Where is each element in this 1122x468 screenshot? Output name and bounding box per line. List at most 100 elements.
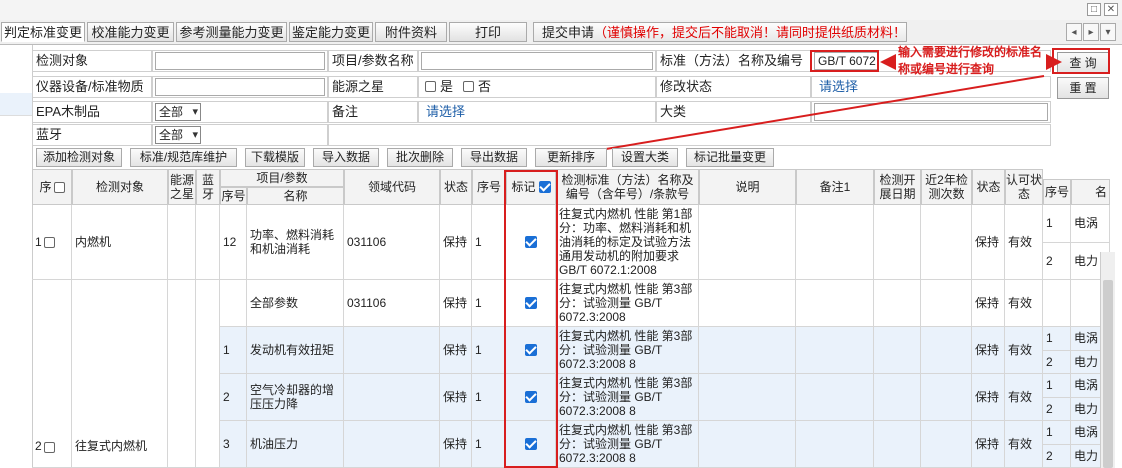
- grid-vertical-scrollbar[interactable]: [1100, 252, 1115, 468]
- row-description: [699, 280, 796, 327]
- row-domain-code: [344, 421, 440, 468]
- header-sub-name: 名: [1071, 179, 1110, 205]
- row-remark1: [796, 421, 874, 468]
- row-item-no: [220, 280, 247, 327]
- row-select-checkbox[interactable]: [43, 442, 55, 453]
- data-grid: 序 检测对象 能源之星 蓝牙 项目/参数 序号 名称 领域代码 状态 序号 标记…: [32, 169, 1110, 468]
- sub-no-cell: 1: [1043, 205, 1071, 243]
- row-seq-cell: 2: [32, 280, 72, 468]
- row-order: 1: [472, 280, 506, 327]
- standard-library-button[interactable]: 标准/规范库维护: [130, 148, 237, 167]
- grid-scroll-thumb[interactable]: [1103, 280, 1113, 468]
- row-remark1: [796, 374, 874, 421]
- row-order: 1: [472, 374, 506, 421]
- row-energy-star: [168, 280, 196, 468]
- header-seq: 序: [32, 169, 72, 205]
- header-sub-no: 序号: [1043, 179, 1071, 205]
- mark-column-highlight: [504, 170, 558, 468]
- sub-no-cell: 1: [1043, 327, 1071, 351]
- row-remark1: [796, 327, 874, 374]
- header-standard: 检测标准（方法）名称及编号（含年号）/条款号: [556, 169, 699, 205]
- row-standard: 往复式内燃机 性能 第3部分：试验测量 GB/T 6072.3:2008: [556, 280, 699, 327]
- row-status2: 保持: [972, 327, 1005, 374]
- row-standard: 往复式内燃机 性能 第1部分：功率、燃料消耗和机油消耗的标定及试验方法 通用发动…: [556, 205, 699, 280]
- row-standard: 往复式内燃机 性能 第3部分：试验测量 GB/T 6072.3:2008 8: [556, 327, 699, 374]
- row-description: [699, 374, 796, 421]
- row-item-name: 全部参数: [247, 280, 344, 327]
- row-standard: 往复式内燃机 性能 第3部分：试验测量 GB/T 6072.3:2008 8: [556, 421, 699, 468]
- row-domain-code: 031106: [344, 205, 440, 280]
- row-item-name: 发动机有效扭矩: [247, 327, 344, 374]
- row-status: 保持: [440, 280, 472, 327]
- row-seq: 1: [35, 235, 42, 249]
- header-domain-code: 领域代码: [344, 169, 440, 205]
- header-seq-label: 序: [39, 180, 52, 194]
- row-status: 保持: [440, 205, 472, 280]
- row-description: [699, 205, 796, 280]
- row-status2: 保持: [972, 280, 1005, 327]
- row-item-name: 功率、燃料消耗和机油消耗: [247, 205, 344, 280]
- row-recent-2y: [921, 421, 972, 468]
- select-all-checkbox[interactable]: [53, 181, 65, 193]
- row-approval: 有效: [1005, 280, 1043, 327]
- header-status: 状态: [440, 169, 472, 205]
- row-approval: 有效: [1005, 327, 1043, 374]
- header-bluetooth: 蓝牙: [196, 169, 220, 205]
- row-item-no: 2: [220, 374, 247, 421]
- header-start-date: 检测开展日期: [874, 169, 921, 205]
- row-item-no: 12: [220, 205, 247, 280]
- header-order: 序号: [472, 169, 506, 205]
- row-status2: 保持: [972, 421, 1005, 468]
- row-item-name: 机油压力: [247, 421, 344, 468]
- export-data-button[interactable]: 导出数据: [461, 148, 527, 167]
- row-domain-code: 031106: [344, 280, 440, 327]
- row-domain-code: [344, 327, 440, 374]
- header-item-param: 项目/参数: [220, 169, 344, 187]
- header-energy-star: 能源之星: [168, 169, 196, 205]
- batch-delete-button[interactable]: 批次删除: [387, 148, 453, 167]
- download-template-button[interactable]: 下载模版: [245, 148, 305, 167]
- header-detect-object: 检测对象: [72, 169, 168, 205]
- row-start-date: [874, 421, 921, 468]
- header-remark1: 备注1: [796, 169, 874, 205]
- row-order: 1: [472, 421, 506, 468]
- set-category-button[interactable]: 设置大类: [612, 148, 678, 167]
- update-sort-button[interactable]: 更新排序: [535, 148, 607, 167]
- row-item-no: 3: [220, 421, 247, 468]
- sub-no-cell: 2: [1043, 350, 1071, 374]
- row-recent-2y: [921, 374, 972, 421]
- add-detect-object-button[interactable]: 添加检测对象: [36, 148, 122, 167]
- header-recent-2y: 近2年检测次数: [921, 169, 972, 205]
- sub-no-cell: [1043, 280, 1071, 327]
- row-description: [699, 327, 796, 374]
- row-start-date: [874, 280, 921, 327]
- row-start-date: [874, 374, 921, 421]
- sub-no-cell: 2: [1043, 242, 1071, 280]
- batch-mark-change-button[interactable]: 标记批量变更: [686, 148, 774, 167]
- row-description: [699, 421, 796, 468]
- row-seq: 2: [35, 439, 42, 453]
- row-approval: 有效: [1005, 421, 1043, 468]
- row-recent-2y: [921, 327, 972, 374]
- row-status: 保持: [440, 421, 472, 468]
- row-object: 内燃机: [72, 205, 168, 280]
- row-object: 往复式内燃机: [72, 280, 168, 468]
- row-start-date: [874, 327, 921, 374]
- sub-no-cell: 1: [1043, 374, 1071, 398]
- row-item-name: 空气冷却器的增压压力降: [247, 374, 344, 421]
- import-data-button[interactable]: 导入数据: [313, 148, 379, 167]
- row-seq-cell: 1: [32, 205, 72, 280]
- row-recent-2y: [921, 280, 972, 327]
- row-bluetooth: [196, 280, 220, 468]
- sub-name-cell: 电涡: [1071, 205, 1110, 243]
- header-description: 说明: [699, 169, 796, 205]
- row-item-no: 1: [220, 327, 247, 374]
- sub-no-cell: 2: [1043, 444, 1071, 468]
- action-toolbar: 添加检测对象 标准/规范库维护 下载模版 导入数据 批次删除 导出数据 更新排序…: [32, 146, 1122, 168]
- header-approval: 认可状态: [1005, 169, 1043, 205]
- row-recent-2y: [921, 205, 972, 280]
- row-select-checkbox[interactable]: [43, 236, 55, 248]
- row-remark1: [796, 205, 874, 280]
- row-status2: 保持: [972, 205, 1005, 280]
- row-energy-star: [168, 205, 196, 280]
